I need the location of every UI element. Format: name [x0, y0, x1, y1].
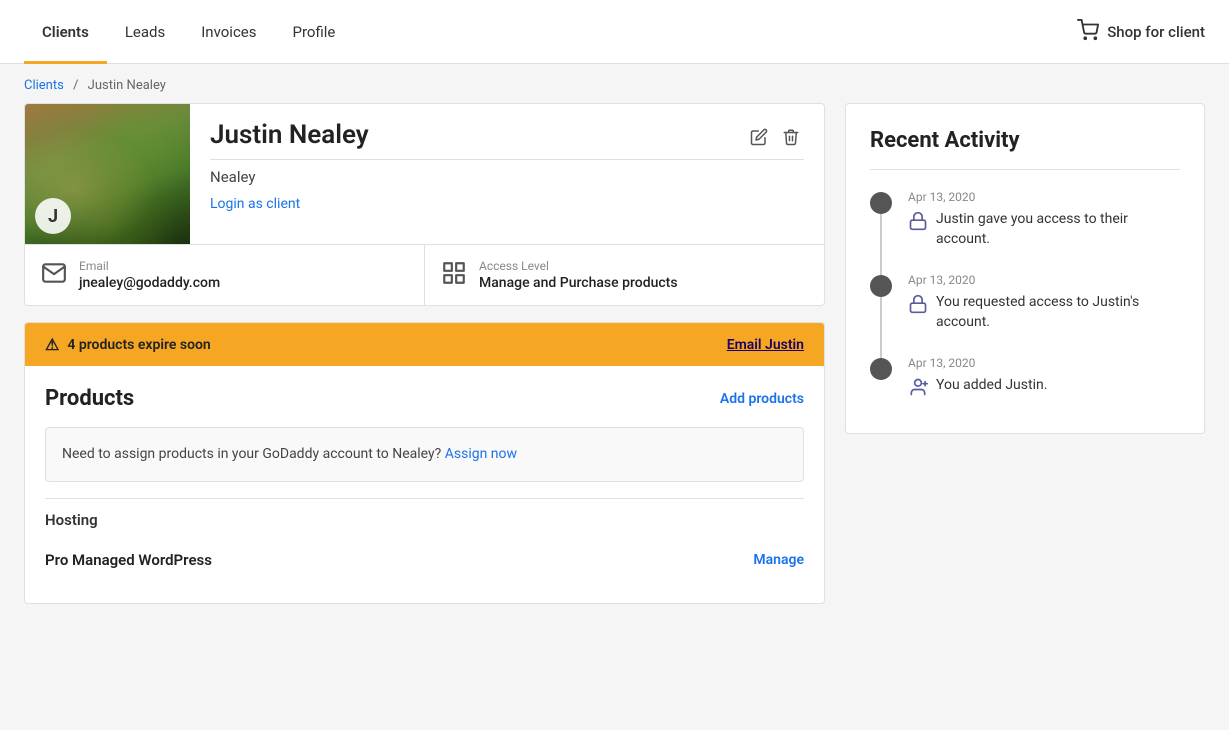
warning-banner: ⚠ 4 products expire soon Email Justin — [25, 323, 824, 366]
access-meta: Access Level Manage and Purchase product… — [424, 245, 824, 305]
activity-dot — [870, 358, 892, 380]
assign-box: Need to assign products in your GoDaddy … — [45, 427, 804, 482]
main-nav: Clients Leads Invoices Profile Shop for … — [0, 0, 1229, 64]
breadcrumb: Clients / Justin Nealey — [0, 64, 1229, 103]
login-as-client-link[interactable]: Login as client — [210, 196, 300, 212]
nav-link-invoices[interactable]: Invoices — [183, 0, 274, 64]
email-label: Email — [79, 259, 220, 273]
activity-item: Apr 13, 2020 You requested access to Jus… — [870, 273, 1180, 332]
lock-icon — [908, 294, 928, 318]
activity-item: Apr 13, 2020 You added Justin. — [870, 356, 1180, 401]
activity-text: You requested access to Justin's account… — [936, 293, 1180, 332]
client-info: Justin Nealey — [190, 104, 824, 244]
manage-link[interactable]: Manage — [753, 552, 804, 568]
breadcrumb-parent[interactable]: Clients — [24, 78, 64, 93]
nav-link-clients[interactable]: Clients — [24, 0, 107, 64]
email-meta: Email jnealey@godaddy.com — [25, 245, 424, 305]
edit-client-button[interactable] — [746, 124, 772, 153]
edit-icon — [750, 134, 768, 149]
assign-now-link[interactable]: Assign now — [445, 446, 517, 462]
warning-text: ⚠ 4 products expire soon — [45, 335, 211, 354]
activity-date: Apr 13, 2020 — [908, 273, 1180, 287]
access-icon — [441, 260, 467, 290]
nav-links: Clients Leads Invoices Profile — [24, 0, 1077, 63]
left-column: J Justin Nealey — [24, 103, 825, 604]
activity-list: Apr 13, 2020 Justin gave you access to t… — [870, 190, 1180, 401]
products-section: ⚠ 4 products expire soon Email Justin Pr… — [24, 322, 825, 604]
access-value: Manage and Purchase products — [479, 275, 678, 291]
lock-icon — [908, 211, 928, 235]
products-inner: Products Add products Need to assign pro… — [25, 366, 824, 603]
cart-icon — [1077, 19, 1099, 45]
client-meta-row: Email jnealey@godaddy.com Access Level M… — [25, 244, 824, 305]
products-title: Products — [45, 386, 134, 411]
shop-for-client-button[interactable]: Shop for client — [1077, 19, 1205, 45]
nav-link-leads[interactable]: Leads — [107, 0, 183, 64]
right-column: Recent Activity Apr 13, 2020 — [845, 103, 1205, 434]
hosting-section: Hosting Pro Managed WordPress Manage — [45, 498, 804, 583]
product-name: Pro Managed WordPress — [45, 551, 212, 569]
breadcrumb-current: Justin Nealey — [88, 78, 166, 93]
activity-dot — [870, 275, 892, 297]
trash-icon — [782, 134, 800, 149]
email-client-link[interactable]: Email Justin — [727, 337, 804, 353]
access-label: Access Level — [479, 259, 678, 273]
email-icon — [41, 260, 67, 290]
delete-client-button[interactable] — [778, 124, 804, 153]
activity-text: You added Justin. — [936, 376, 1047, 396]
add-products-link[interactable]: Add products — [720, 391, 804, 407]
activity-dot — [870, 192, 892, 214]
client-lastname: Nealey — [210, 168, 804, 186]
activity-date: Apr 13, 2020 — [908, 356, 1180, 370]
main-content: J Justin Nealey — [0, 103, 1229, 628]
activity-date: Apr 13, 2020 — [908, 190, 1180, 204]
client-card: J Justin Nealey — [24, 103, 825, 306]
activity-card: Recent Activity Apr 13, 2020 — [845, 103, 1205, 434]
client-name: Justin Nealey — [210, 120, 369, 150]
nav-link-profile[interactable]: Profile — [275, 0, 354, 64]
activity-item: Apr 13, 2020 Justin gave you access to t… — [870, 190, 1180, 249]
avatar-letter: J — [35, 198, 71, 234]
person-add-icon — [908, 377, 928, 401]
activity-title: Recent Activity — [870, 128, 1180, 153]
client-avatar: J — [25, 104, 190, 244]
email-value: jnealey@godaddy.com — [79, 275, 220, 291]
product-row: Pro Managed WordPress Manage — [45, 537, 804, 583]
hosting-label: Hosting — [45, 498, 804, 537]
warning-icon: ⚠ — [45, 335, 59, 354]
activity-text: Justin gave you access to their account. — [936, 210, 1180, 249]
